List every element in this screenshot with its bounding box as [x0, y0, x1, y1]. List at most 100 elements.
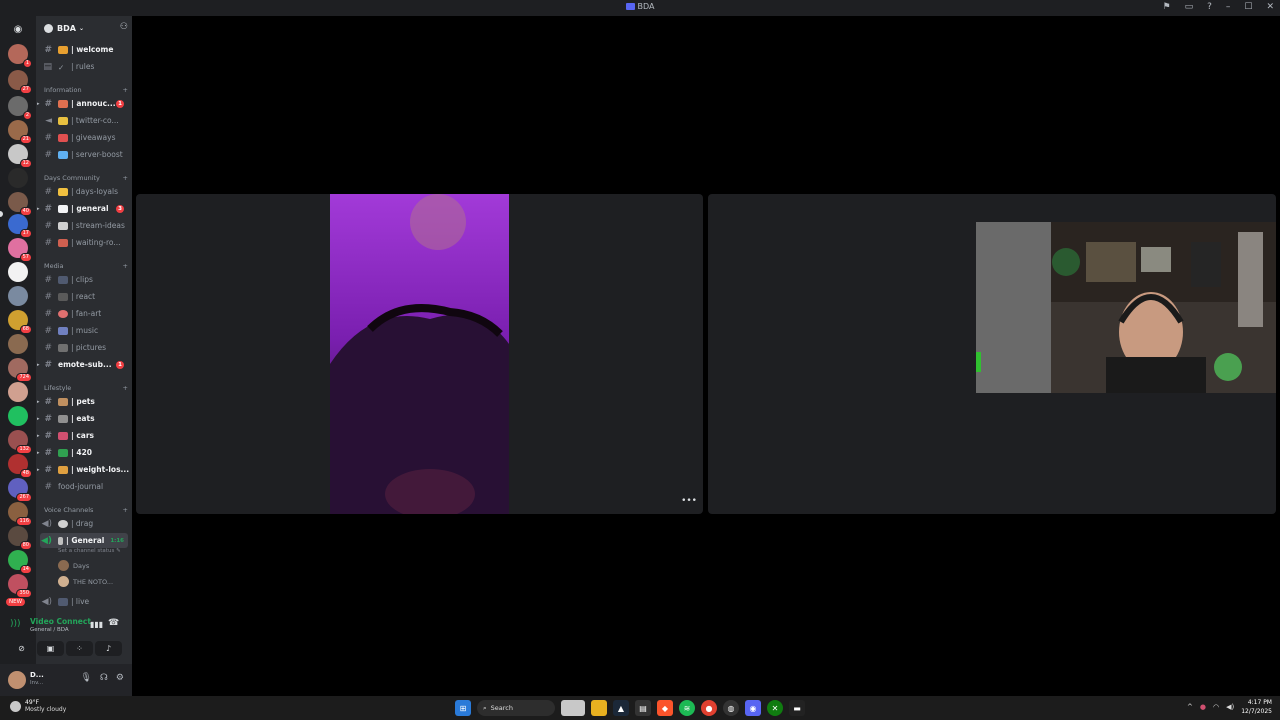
user-name[interactable]: D...: [30, 671, 44, 679]
app-icon[interactable]: ▬: [789, 700, 805, 716]
file-explorer-icon[interactable]: [591, 700, 607, 716]
channel-giveaways[interactable]: # | giveaways: [36, 130, 132, 145]
discord-home-icon[interactable]: ◉: [8, 20, 28, 40]
plus-icon[interactable]: +: [123, 86, 128, 94]
settings-gear-icon[interactable]: ⚙: [116, 673, 124, 683]
server-icon-14[interactable]: [8, 382, 28, 402]
channel-music[interactable]: # | music: [36, 323, 132, 338]
channel-server-boost[interactable]: # | server-boost: [36, 147, 132, 162]
activities-button[interactable]: ⁘: [66, 641, 93, 656]
server-icon-10[interactable]: [8, 286, 28, 306]
noise-suppression-icon[interactable]: ▮▮▮: [90, 620, 103, 629]
tray-chevron-icon[interactable]: ^: [1187, 703, 1193, 711]
clock[interactable]: 4:17 PM 12/7/2025: [1241, 698, 1272, 716]
taskbar-search[interactable]: ⌕ Search: [477, 700, 555, 716]
server-icon-13[interactable]: 724: [8, 358, 32, 382]
server-icon-20[interactable]: 14: [8, 550, 32, 574]
channel-welcome[interactable]: # | welcome: [36, 42, 132, 57]
category-days-community[interactable]: Days Community +: [44, 174, 128, 182]
channel-pets[interactable]: ▸ # | pets: [36, 394, 132, 409]
help-icon[interactable]: ?: [1207, 2, 1212, 12]
weather-widget[interactable]: 49°F Mostly cloudy: [10, 699, 66, 713]
server-icon-21[interactable]: 350: [8, 574, 32, 598]
server-icon-16[interactable]: 48: [8, 454, 32, 478]
video-tile-1[interactable]: •••: [136, 194, 703, 514]
camera-off-button[interactable]: ⊘: [8, 641, 35, 656]
channel-general[interactable]: ▸ # | general 3: [36, 201, 132, 216]
channel-pictures[interactable]: # | pictures: [36, 340, 132, 355]
windows-start-icon[interactable]: ⊞: [455, 700, 471, 716]
screen-icon[interactable]: ▭: [1185, 2, 1194, 12]
spotify-icon[interactable]: ≋: [679, 700, 695, 716]
server-icon-6[interactable]: [8, 168, 28, 188]
channel-clips[interactable]: # | clips: [36, 272, 132, 287]
voice-user-noto[interactable]: THE NOTO...■: [58, 576, 126, 587]
channel-eats[interactable]: ▸ # | eats: [36, 411, 132, 426]
channel-rules[interactable]: ▤ ✓ | rules: [36, 59, 132, 74]
server-icon-bda[interactable]: 17: [8, 214, 32, 238]
user-avatar[interactable]: [8, 671, 26, 689]
channel-emote-submissions[interactable]: ▸ # emote-sub... 1: [36, 357, 132, 372]
server-icon-15[interactable]: 132: [8, 430, 32, 454]
close-button[interactable]: ✕: [1266, 2, 1274, 12]
more-options-icon[interactable]: •••: [681, 496, 697, 506]
headphones-icon[interactable]: ☊: [100, 673, 108, 683]
disconnect-icon[interactable]: ☎: [108, 618, 119, 628]
channel-waiting-room[interactable]: # | waiting-ro...: [36, 235, 132, 250]
channel-days-loyals[interactable]: # | days-loyals: [36, 184, 132, 199]
server-icon-7[interactable]: 40: [8, 192, 32, 216]
screen-share-button[interactable]: ▣: [37, 641, 64, 656]
server-icon-1[interactable]: 1: [8, 44, 32, 68]
maximize-button[interactable]: ☐: [1244, 2, 1252, 12]
channel-react[interactable]: # | react: [36, 289, 132, 304]
server-icon-kick[interactable]: [8, 406, 28, 426]
voice-channel-live[interactable]: ◀) | live: [36, 594, 132, 609]
server-icon-8[interactable]: 57: [8, 238, 32, 262]
voice-channel-drag[interactable]: ◀) | drag: [36, 516, 132, 531]
channel-weight-loss[interactable]: ▸ # | weight-los...: [36, 462, 132, 477]
channel-status-hint[interactable]: Set a channel status ✎: [58, 548, 121, 554]
discord-taskbar-icon[interactable]: ◉: [745, 700, 761, 716]
microphone-icon[interactable]: 🎙︎: [80, 673, 91, 683]
video-tile-2[interactable]: [708, 194, 1276, 514]
server-icon-5[interactable]: 12: [8, 144, 32, 168]
voice-status-title[interactable]: Video Connect: [30, 617, 91, 626]
channel-stream-ideas[interactable]: # | stream-ideas: [36, 218, 132, 233]
plus-icon[interactable]: +: [123, 506, 128, 514]
channel-twitter[interactable]: ◄ | twitter-co...: [36, 113, 132, 128]
voice-channel-general[interactable]: ◀) | General 1:16: [40, 533, 128, 548]
plus-icon[interactable]: +: [123, 174, 128, 182]
category-media[interactable]: Media +: [44, 262, 128, 270]
guild-header[interactable]: BDA ⌄ ⚇: [36, 16, 132, 40]
category-voice-channels[interactable]: Voice Channels +: [44, 506, 128, 514]
server-icon-19[interactable]: 80: [8, 526, 32, 550]
tray-mic-icon[interactable]: ●: [1200, 703, 1206, 711]
plus-icon[interactable]: +: [123, 384, 128, 392]
volume-icon[interactable]: ◀): [1226, 703, 1234, 711]
server-icon-18[interactable]: 116: [8, 502, 32, 526]
voice-status-subtitle[interactable]: General / BDA: [30, 627, 69, 633]
steam-icon[interactable]: ▲: [613, 700, 629, 716]
channel-420[interactable]: ▸ # | 420: [36, 445, 132, 460]
channel-food-journal[interactable]: # food-journal: [36, 479, 132, 494]
server-icon-17[interactable]: 267: [8, 478, 32, 502]
category-information[interactable]: Information +: [44, 86, 128, 94]
plus-icon[interactable]: +: [123, 262, 128, 270]
server-icon-2[interactable]: 27: [8, 70, 32, 94]
add-member-icon[interactable]: ⚇: [120, 22, 128, 32]
voice-user-days[interactable]: Days: [58, 560, 89, 571]
server-icon-11[interactable]: 68: [8, 310, 32, 334]
server-icon-9[interactable]: [8, 262, 28, 282]
category-lifestyle[interactable]: Lifestyle +: [44, 384, 128, 392]
github-icon[interactable]: ◍: [723, 700, 739, 716]
xbox-icon[interactable]: ✕: [767, 700, 783, 716]
inbox-icon[interactable]: ⚑: [1163, 2, 1171, 12]
soundboard-button[interactable]: ♪: [95, 641, 122, 656]
terminal-icon[interactable]: ▤: [635, 700, 651, 716]
chrome-icon[interactable]: ●: [701, 700, 717, 716]
widget-thumbnail-icon[interactable]: [561, 700, 585, 716]
channel-cars[interactable]: ▸ # | cars: [36, 428, 132, 443]
server-icon-4[interactable]: 21: [8, 120, 32, 144]
server-icon-12[interactable]: [8, 334, 28, 354]
brave-icon[interactable]: ◆: [657, 700, 673, 716]
